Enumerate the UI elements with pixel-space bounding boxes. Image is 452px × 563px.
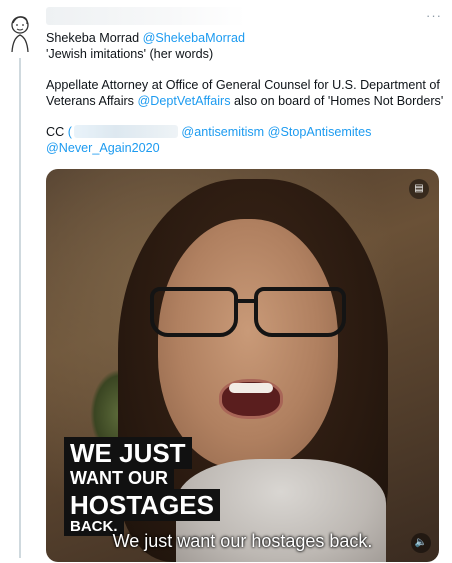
- captions-icon[interactable]: ▤: [409, 179, 429, 199]
- video-glasses-right: [254, 287, 346, 337]
- tweet-line-2: Appellate Attorney at Office of General …: [46, 77, 446, 109]
- video-person-teeth: [229, 383, 273, 393]
- video-glasses-left: [150, 287, 238, 337]
- tweet-body: Shekeba Morrad @ShekebaMorrad 'Jewish im…: [46, 30, 446, 156]
- tweet-card: ··· Shekeba Morrad @ShekebaMorrad 'Jewis…: [0, 0, 452, 563]
- video-person-face: [158, 219, 338, 469]
- author-handle[interactable]: @ShekebaMorrad: [143, 31, 245, 45]
- line2-text-post: also on board of 'Homes Not Borders': [230, 94, 444, 108]
- video-player[interactable]: ▤ WE JUST WANT OUR HOSTAGES BACK. We jus…: [46, 169, 439, 562]
- tweet-line-1: 'Jewish imitations' (her words): [46, 47, 214, 61]
- cc-label: CC: [46, 125, 65, 139]
- video-overlay-line-1: WE JUST: [64, 437, 192, 469]
- redacted-mention: [73, 125, 178, 138]
- mention-antisemitism[interactable]: @antisemitism: [181, 125, 264, 139]
- video-caption: We just want our hostages back.: [112, 531, 373, 551]
- avatar[interactable]: [6, 14, 34, 54]
- cc-line: CC ( @antisemitism @StopAntisemites: [46, 124, 446, 140]
- author-name[interactable]: Shekeba Morrad: [46, 31, 139, 45]
- redacted-header: [46, 7, 246, 25]
- volume-icon[interactable]: 🔈: [411, 533, 431, 553]
- video-overlay-line-2: WANT OUR: [64, 467, 174, 490]
- thread-line: [19, 58, 21, 558]
- cc-paren: (: [67, 125, 72, 139]
- mention-deptvetaffairs[interactable]: @DeptVetAffairs: [137, 94, 230, 108]
- mention-never-again-2020[interactable]: @Never_Again2020: [46, 141, 160, 155]
- mention-stopantisemites[interactable]: @StopAntisemites: [268, 125, 372, 139]
- video-glasses-bridge: [236, 299, 256, 303]
- more-options-icon[interactable]: ···: [426, 8, 442, 23]
